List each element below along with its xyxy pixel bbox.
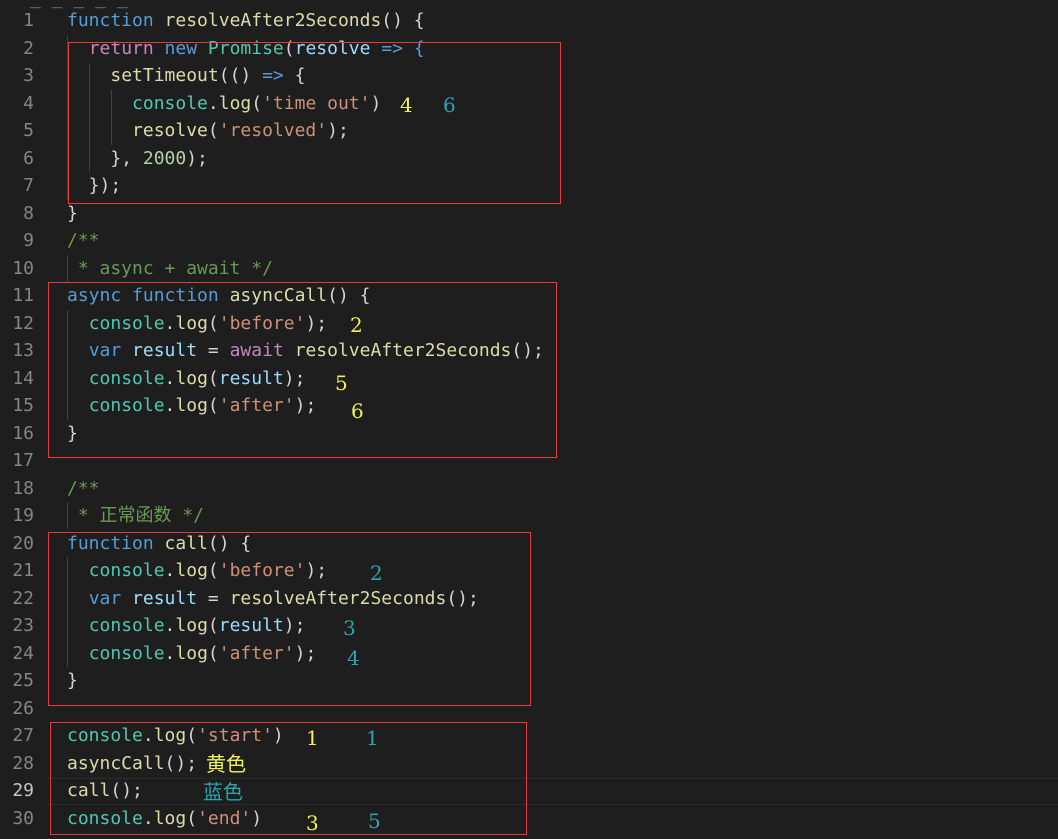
order-note: 6 (443, 93, 456, 117)
line-number: 10 (12, 257, 34, 279)
code-text: /** (67, 475, 100, 503)
call-highlight-box (48, 532, 531, 706)
code-token: /** (67, 477, 100, 499)
line-number: 9 (23, 230, 34, 251)
code-token: * 正常函数 */ (67, 505, 205, 526)
line-number: 27 (12, 725, 34, 746)
line-number: 24 (12, 642, 34, 664)
order-note: 3 (343, 616, 356, 640)
line-number: 11 (12, 285, 34, 306)
order-note: 6 (351, 399, 364, 423)
line-number: 20 (12, 532, 34, 554)
line-number: 25 (12, 670, 34, 691)
code-token: resolveAfter2Seconds (164, 10, 382, 31)
invocations-highlight-box (50, 722, 527, 835)
order-note: 5 (368, 809, 381, 833)
legend-yellow-label: 黄色 (206, 752, 246, 776)
line-number: 15 (12, 395, 34, 416)
order-note: 4 (347, 646, 360, 670)
order-note: 2 (370, 561, 383, 585)
line-number: 6 (23, 147, 34, 169)
line-number: 26 (12, 697, 34, 719)
line-number: 7 (23, 175, 34, 196)
async-call-highlight-box (48, 282, 557, 458)
line-number: 18 (12, 477, 34, 499)
line-number: 13 (12, 340, 34, 361)
line-number: 5 (23, 120, 34, 141)
order-note: 5 (335, 371, 348, 395)
code-line[interactable]: 9 /** (0, 227, 1058, 255)
code-line[interactable]: 1 function resolveAfter2Seconds() { (0, 7, 1058, 35)
order-note: 3 (306, 811, 319, 835)
line-number: 16 (12, 422, 34, 444)
line-number: 23 (12, 615, 34, 636)
line-number: 28 (12, 752, 34, 774)
code-text: function resolveAfter2Seconds() { (67, 7, 425, 35)
code-line[interactable]: 10 * async + await */ (0, 255, 1058, 283)
line-number: 30 (12, 807, 34, 829)
code-token: /** (67, 230, 100, 251)
code-line[interactable]: 18 /** (0, 475, 1058, 503)
indent-guide (67, 255, 68, 282)
line-number: 19 (12, 505, 34, 526)
code-token: } (67, 202, 78, 224)
line-number: 17 (12, 450, 34, 471)
order-note: 4 (400, 93, 413, 117)
code-text: /** (67, 227, 100, 255)
line-number: 12 (12, 312, 34, 334)
line-number: 3 (23, 65, 34, 86)
order-note: 2 (350, 313, 363, 337)
order-note: 1 (366, 726, 379, 750)
line-number: 29 (12, 780, 34, 801)
code-token: function (67, 10, 165, 31)
line-number: 1 (23, 10, 34, 31)
promise-highlight-box (68, 42, 561, 204)
code-editor[interactable]: _ _ _ _ _ 1function resolveAfter2Seconds… (0, 0, 1058, 839)
line-number: 2 (23, 37, 34, 59)
line-number: 8 (23, 202, 34, 224)
code-text: * async + await */ (67, 255, 273, 283)
code-line[interactable]: 19 * 正常函数 */ (0, 502, 1058, 530)
indent-guide (67, 502, 68, 529)
line-number: 21 (12, 560, 34, 581)
code-text: * 正常函数 */ (67, 502, 204, 530)
code-token: * async + await */ (67, 257, 273, 279)
line-number: 22 (12, 587, 34, 609)
code-token: () { (381, 10, 425, 31)
line-number: 14 (12, 367, 34, 389)
order-note: 1 (306, 726, 319, 750)
legend-blue-label: 蓝色 (203, 780, 243, 804)
line-number: 4 (23, 92, 34, 114)
